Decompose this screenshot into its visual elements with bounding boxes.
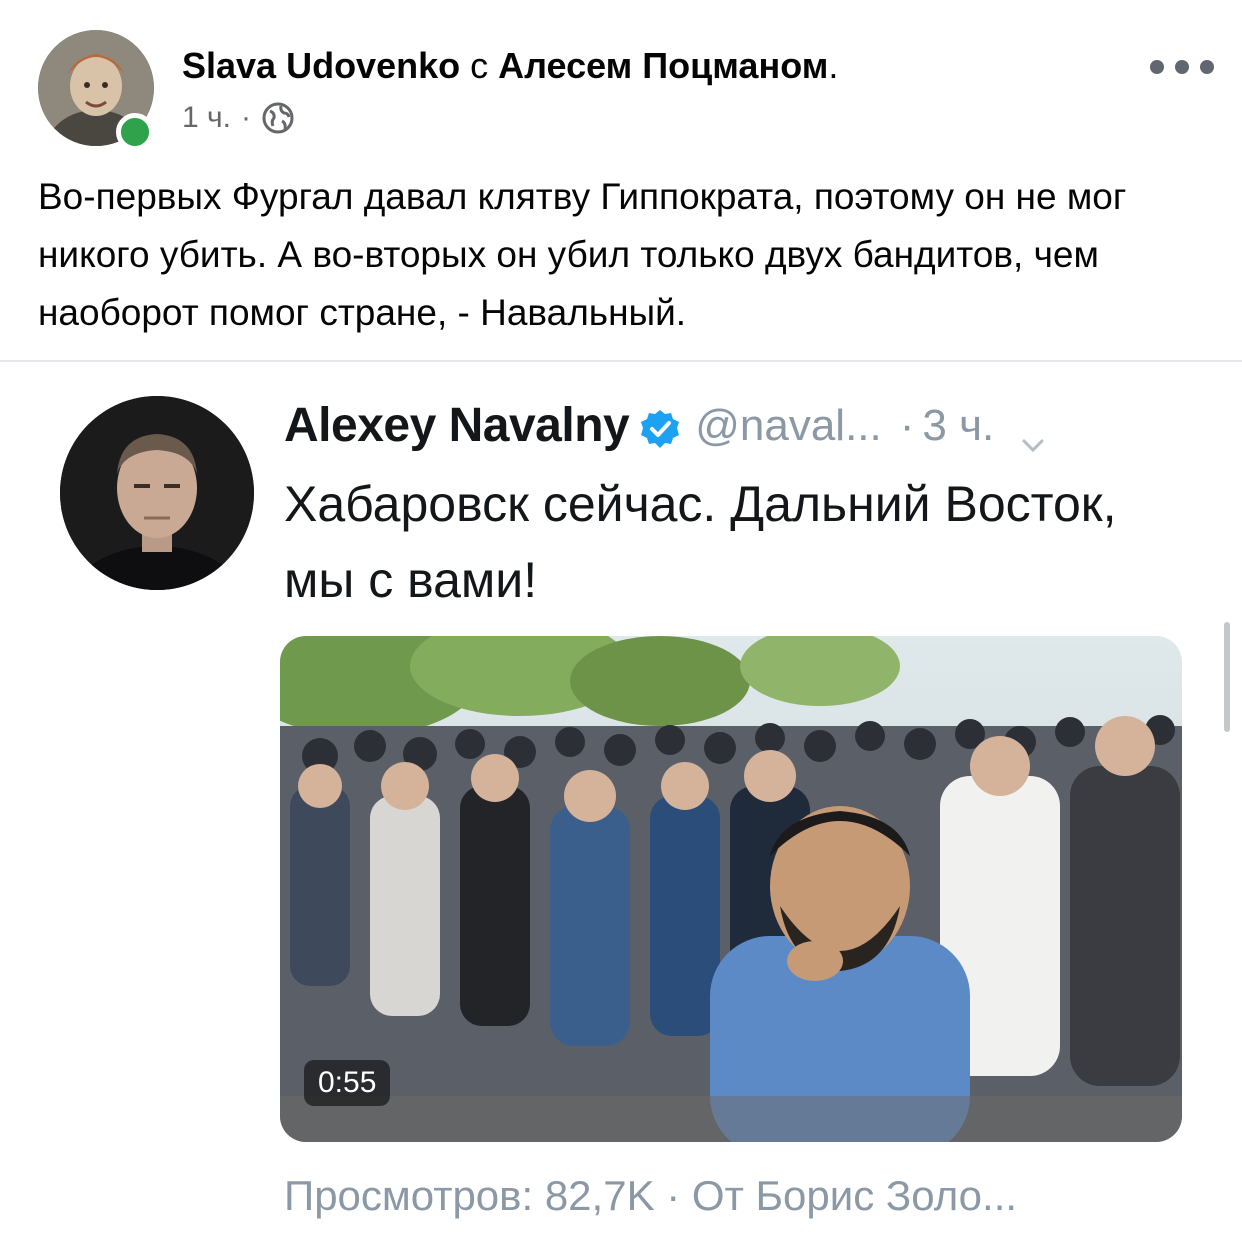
tweet-handle[interactable]: @naval... bbox=[695, 396, 882, 456]
tagged-person-name[interactable]: Алесем Поцманом bbox=[498, 45, 828, 86]
more-dot-icon bbox=[1150, 60, 1164, 74]
post-header: Slava Udovenko с Алесем Поцманом. bbox=[182, 44, 838, 88]
tweet-separator: · bbox=[899, 401, 915, 450]
tweet-timestamp[interactable]: 3 ч. bbox=[922, 396, 994, 456]
video-thumbnail bbox=[280, 636, 1182, 1142]
globe-icon[interactable] bbox=[261, 101, 295, 135]
online-status-indicator bbox=[116, 113, 154, 151]
tweet-author-avatar bbox=[60, 396, 254, 590]
tweet-header: Alexey Navalny @naval... · 3 ч. bbox=[284, 396, 1046, 456]
with-word: с bbox=[470, 45, 489, 86]
more-options-button[interactable] bbox=[1150, 52, 1214, 82]
tweet-screenshot[interactable]: Alexey Navalny @naval... · 3 ч. Хабаровс… bbox=[0, 362, 1242, 1251]
header-period: . bbox=[828, 45, 839, 86]
more-dot-icon bbox=[1175, 60, 1189, 74]
more-dot-icon bbox=[1200, 60, 1214, 74]
chevron-down-icon[interactable] bbox=[1020, 413, 1046, 453]
video-duration-badge: 0:55 bbox=[304, 1060, 391, 1106]
verified-badge-icon bbox=[639, 405, 681, 448]
post-body-text: Во-первых Фургал давал клятву Гиппократа… bbox=[38, 176, 1127, 333]
tweet-video[interactable]: 0:55 bbox=[280, 636, 1182, 1142]
post-meta: 1 ч. · bbox=[182, 100, 295, 136]
meta-separator: · bbox=[240, 101, 251, 134]
tweet-text: Хабаровск сейчас. Дальний Восток, мы с в… bbox=[284, 476, 1117, 608]
tweet-author-name[interactable]: Alexey Navalny bbox=[284, 396, 630, 456]
tweet-views-footer: Просмотров: 82,7K · От Борис Золо... bbox=[284, 1172, 1018, 1219]
author-name[interactable]: Slava Udovenko bbox=[182, 45, 460, 86]
post-timestamp[interactable]: 1 ч. bbox=[182, 100, 231, 136]
scrollbar-thumb[interactable] bbox=[1224, 622, 1230, 732]
